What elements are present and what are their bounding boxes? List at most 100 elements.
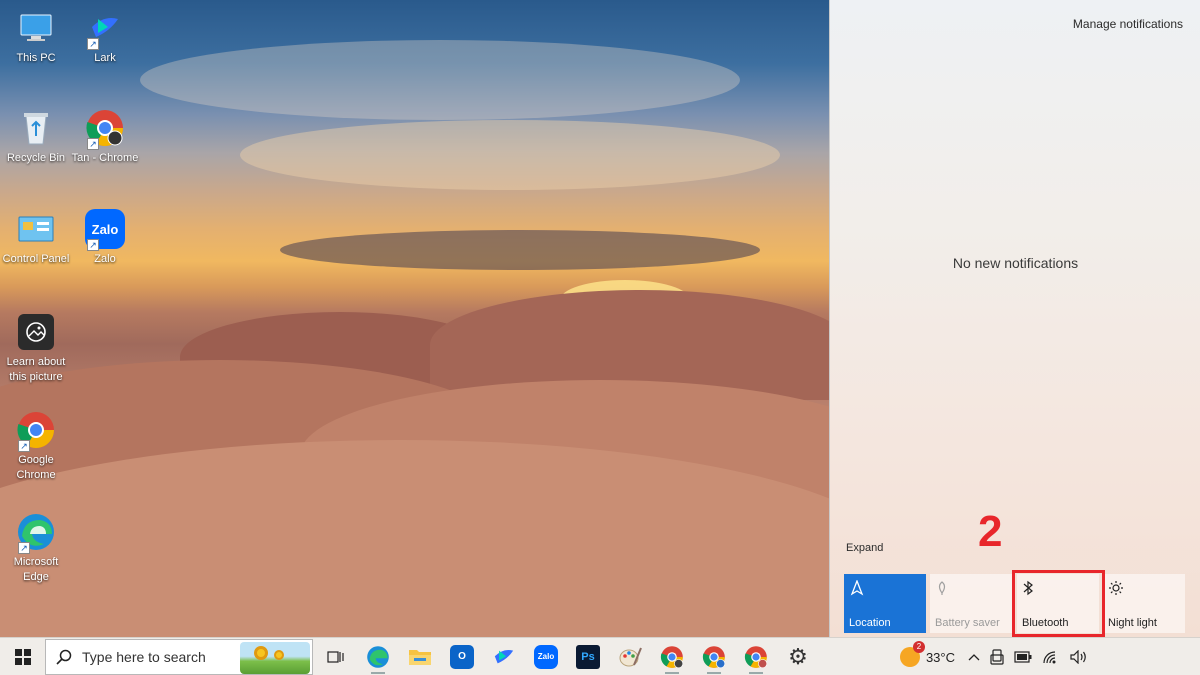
taskbar-search-box[interactable]: Type here to search	[45, 638, 313, 675]
taskbar-app-settings[interactable]: ⚙	[777, 638, 819, 675]
wifi-icon	[1043, 651, 1056, 664]
taskbar-app-lark[interactable]	[483, 638, 525, 675]
sunflower-shape	[254, 645, 268, 660]
cloud-shape	[140, 40, 740, 120]
desktop-icon-label: Lark	[94, 52, 116, 64]
taskbar: Type here to search O Zalo Ps ⚙ 2 33°C	[0, 637, 1200, 675]
desktop-icon-label: Recycle Bin	[6, 152, 66, 164]
folder-icon	[409, 649, 431, 665]
task-view-button[interactable]	[315, 638, 357, 675]
cloud-shape	[240, 120, 780, 190]
night-light-icon	[1108, 580, 1180, 600]
paint-icon	[619, 647, 642, 666]
shortcut-arrow-icon: ↗	[18, 542, 30, 554]
expand-quick-actions-link[interactable]: Expand	[846, 542, 883, 554]
search-highlight-illustration	[240, 641, 310, 674]
search-placeholder: Type here to search	[82, 648, 206, 665]
taskbar-app-outlook[interactable]: O	[441, 638, 483, 675]
shortcut-arrow-icon: ↗	[87, 239, 99, 251]
cloud-shape	[280, 230, 760, 270]
system-tray: 2 33°C	[895, 638, 1200, 675]
battery-saver-icon	[935, 580, 1007, 600]
show-hidden-icons-button[interactable]	[963, 638, 985, 675]
task-view-icon	[327, 650, 344, 663]
desktop-icon-google-chrome[interactable]: ↗ Google Chrome	[0, 410, 72, 483]
photoshop-icon: Ps	[576, 644, 600, 669]
desktop-icon-this-pc[interactable]: This PC	[0, 8, 72, 66]
desktop-icon-label: Tan - Chrome	[71, 152, 139, 164]
desktop-icon-label: Learn about this picture	[6, 356, 66, 383]
taskbar-app-photoshop[interactable]: Ps	[567, 638, 609, 675]
shortcut-arrow-icon: ↗	[87, 138, 99, 150]
taskbar-app-paint[interactable]	[609, 638, 651, 675]
quick-action-label: Location	[849, 617, 891, 629]
action-center-panel: Manage notifications No new notification…	[829, 0, 1200, 637]
desktop-icon-microsoft-edge[interactable]: ↗ Microsoft Edge	[0, 512, 72, 585]
desktop-icon-label: Google Chrome	[16, 454, 56, 481]
quick-action-night-light[interactable]: Night light	[1103, 574, 1185, 633]
desktop-icon-tan-chrome[interactable]: ↗ Tan - Chrome	[69, 108, 141, 166]
battery-button[interactable]	[1009, 638, 1037, 675]
chrome-icon	[744, 645, 768, 668]
weather-temperature: 33°C	[925, 649, 955, 665]
chrome-icon	[660, 645, 684, 668]
dune-shape	[0, 440, 829, 637]
this-pc-icon	[16, 8, 56, 48]
search-icon	[56, 649, 72, 665]
weather-widget[interactable]: 2 33°C	[895, 638, 963, 675]
outlook-icon: O	[450, 644, 474, 669]
chevron-up-icon	[968, 654, 980, 661]
shortcut-arrow-icon: ↗	[18, 440, 30, 452]
weather-badge: 2	[912, 641, 925, 653]
desktop-icon-label: This PC	[16, 52, 56, 64]
quick-action-label: Night light	[1108, 617, 1157, 629]
location-icon	[849, 579, 921, 600]
recycle-bin-icon	[16, 108, 56, 148]
sunflower-shape	[274, 649, 284, 660]
taskbar-app-chrome-2[interactable]	[693, 638, 735, 675]
windows-icon	[14, 648, 31, 665]
network-button[interactable]	[1037, 638, 1065, 675]
desktop-icon-label: Microsoft Edge	[13, 556, 59, 583]
desktop-icon-label: Zalo	[94, 253, 116, 265]
taskbar-app-file-explorer[interactable]	[399, 638, 441, 675]
chrome-icon: ↗	[16, 410, 56, 452]
zalo-icon: Zalo ↗	[85, 209, 125, 251]
manage-notifications-link[interactable]: Manage notifications	[1073, 17, 1183, 31]
volume-icon	[1070, 650, 1086, 664]
lark-icon	[494, 649, 514, 663]
zalo-glyph-text: Zalo	[91, 221, 119, 237]
taskbar-app-chrome-3[interactable]	[735, 638, 777, 675]
taskbar-app-chrome-1[interactable]	[651, 638, 693, 675]
bluetooth-highlight-box	[1012, 570, 1105, 637]
chrome-profile-icon: ↗	[85, 108, 125, 150]
start-button[interactable]	[0, 638, 45, 675]
lark-icon: ↗	[85, 8, 125, 50]
gear-icon: ⚙	[788, 643, 808, 669]
desktop-wallpaper: This PC ↗ Lark Recycle Bin ↗ Tan - Chrom…	[0, 0, 829, 637]
chrome-icon	[702, 645, 726, 668]
shortcut-arrow-icon: ↗	[87, 38, 99, 50]
taskbar-app-zalo[interactable]: Zalo	[525, 638, 567, 675]
desktop-icon-zalo[interactable]: Zalo ↗ Zalo	[69, 209, 141, 267]
taskbar-app-edge[interactable]	[357, 638, 399, 675]
volume-button[interactable]	[1065, 638, 1200, 675]
zalo-icon: Zalo	[534, 644, 558, 669]
tray-device-icon-button[interactable]	[985, 638, 1009, 675]
weather-sun-icon: 2	[899, 641, 925, 667]
desktop-icon-lark[interactable]: ↗ Lark	[69, 8, 141, 66]
learn-picture-icon	[16, 312, 56, 352]
edge-icon: ↗	[16, 512, 56, 554]
desktop-icon-control-panel[interactable]: Control Panel	[0, 209, 72, 267]
battery-icon	[1014, 651, 1032, 663]
control-panel-icon	[16, 209, 56, 249]
quick-action-battery-saver[interactable]: Battery saver	[930, 574, 1012, 633]
step-marker: 2	[978, 507, 1003, 556]
quick-action-label: Battery saver	[935, 617, 1000, 629]
quick-action-location[interactable]: Location	[844, 574, 926, 633]
desktop-icon-recycle-bin[interactable]: Recycle Bin	[0, 108, 72, 166]
device-icon	[990, 649, 1004, 665]
desktop-icon-learn-about-picture[interactable]: Learn about this picture	[0, 312, 72, 385]
edge-icon	[367, 645, 389, 668]
desktop-icon-label: Control Panel	[2, 253, 70, 265]
